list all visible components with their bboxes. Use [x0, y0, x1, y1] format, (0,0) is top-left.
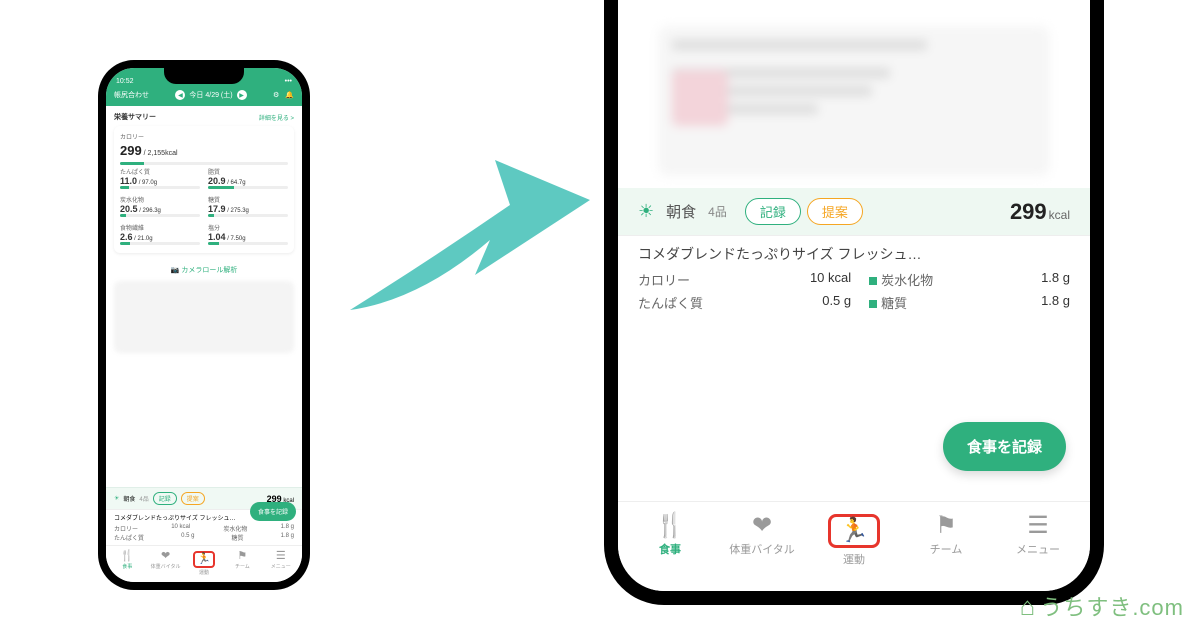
blurred-card — [658, 26, 1050, 176]
watermark: ⌂ うちすき.com — [1020, 590, 1184, 622]
sunrise-icon: ☀ — [114, 495, 119, 502]
arrow-icon — [340, 130, 600, 340]
date-label[interactable]: 今日 4/29 (土) — [189, 90, 232, 100]
exercise-icon: 🏃 — [828, 514, 880, 548]
suggest-pill[interactable]: 提案 — [181, 492, 205, 505]
camera-roll-button-large[interactable]: 🖼 カメラロール解析 — [638, 0, 1070, 26]
settings-icon[interactable]: ⚙ — [273, 91, 279, 99]
sunrise-icon: ☀ — [638, 201, 654, 222]
vitals-icon: ❤ — [161, 551, 170, 562]
tab-チーム[interactable]: ⚑チーム — [900, 514, 992, 567]
team-icon: ⚑ — [935, 514, 957, 538]
meal-item-large[interactable]: コメダブレンドたっぷりサイズ フレッシュ… カロリー10 kcal 炭水化物1.… — [618, 235, 1090, 320]
meal-item[interactable]: コメダブレンドたっぷりサイズ フレッシュ… カロリー10 kcal炭水化物1.8… — [106, 509, 302, 545]
exercise-icon: 🏃 — [193, 551, 215, 568]
header-left-button[interactable]: 帳尻合わせ — [114, 90, 149, 100]
menu-icon: ☰ — [276, 551, 286, 562]
blurred-content — [114, 281, 294, 353]
tab-食事[interactable]: 🍴食事 — [624, 514, 716, 567]
meal-icon: 🍴 — [120, 551, 134, 562]
house-icon: ⌂ — [1020, 591, 1037, 622]
vitals-icon: ❤ — [752, 514, 772, 538]
tab-メニュー[interactable]: ☰メニュー — [262, 551, 300, 576]
prev-day-button[interactable]: ◀ — [175, 90, 185, 100]
tab-食事[interactable]: 🍴食事 — [108, 551, 146, 576]
tab-メニュー[interactable]: ☰メニュー — [992, 514, 1084, 567]
phone-right: 2.6 / 21.0g 1.04 / 7.50g 🖼 カメラロール解析 — [604, 0, 1104, 605]
tab-チーム[interactable]: ⚑チーム — [223, 551, 261, 576]
nutrition-card: カロリー 299 / 2,155kcal たんぱく質11.0 / 97.0g脂質… — [114, 126, 294, 253]
suggest-pill[interactable]: 提案 — [807, 198, 863, 225]
tab-運動[interactable]: 🏃運動 — [185, 551, 223, 576]
meal-icon: 🍴 — [655, 514, 685, 538]
tab-運動[interactable]: 🏃運動 — [808, 514, 900, 567]
summary-more-link[interactable]: 詳細を見る > — [259, 113, 294, 122]
summary-title: 栄養サマリー — [114, 112, 156, 122]
record-pill[interactable]: 記録 — [153, 492, 177, 505]
tab-体重バイタル[interactable]: ❤体重バイタル — [146, 551, 184, 576]
record-pill[interactable]: 記録 — [745, 198, 801, 225]
menu-icon: ☰ — [1027, 514, 1049, 538]
tab-体重バイタル[interactable]: ❤体重バイタル — [716, 514, 808, 567]
team-icon: ⚑ — [237, 551, 247, 562]
bottom-tabs: 🍴食事❤体重バイタル🏃運動⚑チーム☰メニュー — [106, 545, 302, 582]
bell-icon[interactable]: 🔔 — [285, 91, 294, 99]
bottom-tabs-large: 🍴食事❤体重バイタル🏃運動⚑チーム☰メニュー — [618, 501, 1090, 591]
record-meal-fab[interactable]: 食事を記録 — [250, 502, 296, 521]
app-header: 帳尻合わせ ◀ 今日 4/29 (土) ▶ ⚙ 🔔 — [106, 86, 302, 106]
camera-roll-button[interactable]: 📷 カメラロール解析 — [114, 259, 294, 281]
next-day-button[interactable]: ▶ — [237, 90, 247, 100]
phone-left: 10:52••• 帳尻合わせ ◀ 今日 4/29 (土) ▶ ⚙ 🔔 栄養サマリ… — [98, 60, 310, 590]
record-meal-fab-large[interactable]: 食事を記録 — [943, 422, 1066, 471]
meal-header-breakfast-large[interactable]: ☀ 朝食 4品 記録 提案 299kcal — [618, 188, 1090, 235]
